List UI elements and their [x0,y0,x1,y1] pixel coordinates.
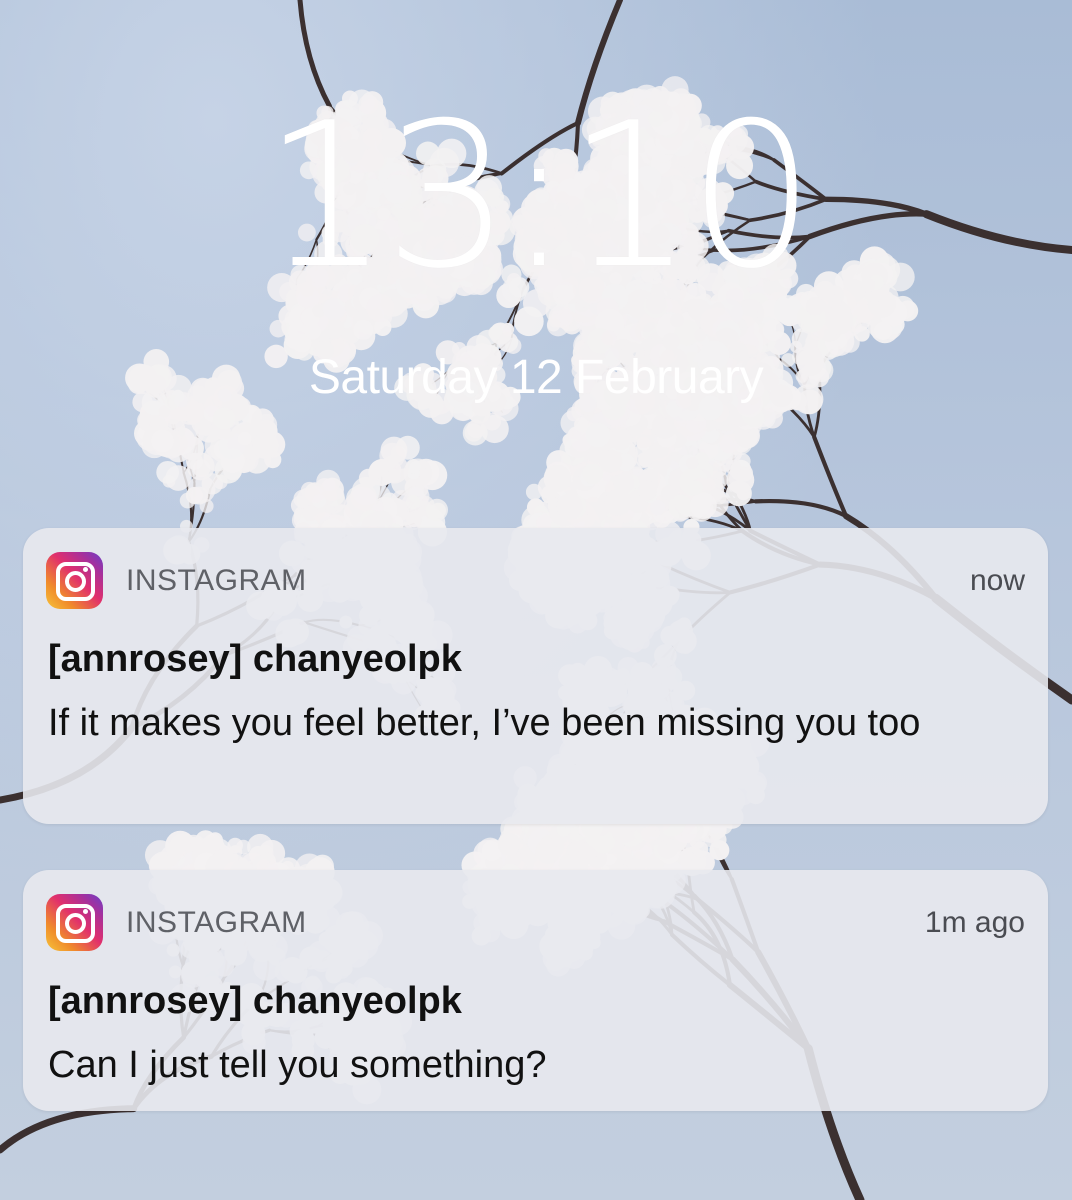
notification-time: now [969,564,1025,597]
notification-card[interactable]: INSTAGRAM 1m ago [annrosey] chanyeolpk C… [23,870,1048,1111]
instagram-icon [46,894,103,951]
notification-app-name: INSTAGRAM [126,564,307,597]
notification-title: [annrosey] chanyeolpk [48,638,462,680]
notification-message: Can I just tell you something? [48,1044,547,1086]
instagram-icon [46,552,103,609]
notification-app-name: INSTAGRAM [126,906,307,939]
lockscreen-date: Saturday 12 February [308,351,764,404]
notification-title: [annrosey] chanyeolpk [48,980,462,1022]
notification-time: 1m ago [924,906,1025,939]
lockscreen-clock: 13:10 [262,80,815,313]
notification-message: If it makes you feel better, I’ve been m… [48,702,921,744]
notification-card[interactable]: INSTAGRAM now [annrosey] chanyeolpk If i… [23,528,1048,824]
